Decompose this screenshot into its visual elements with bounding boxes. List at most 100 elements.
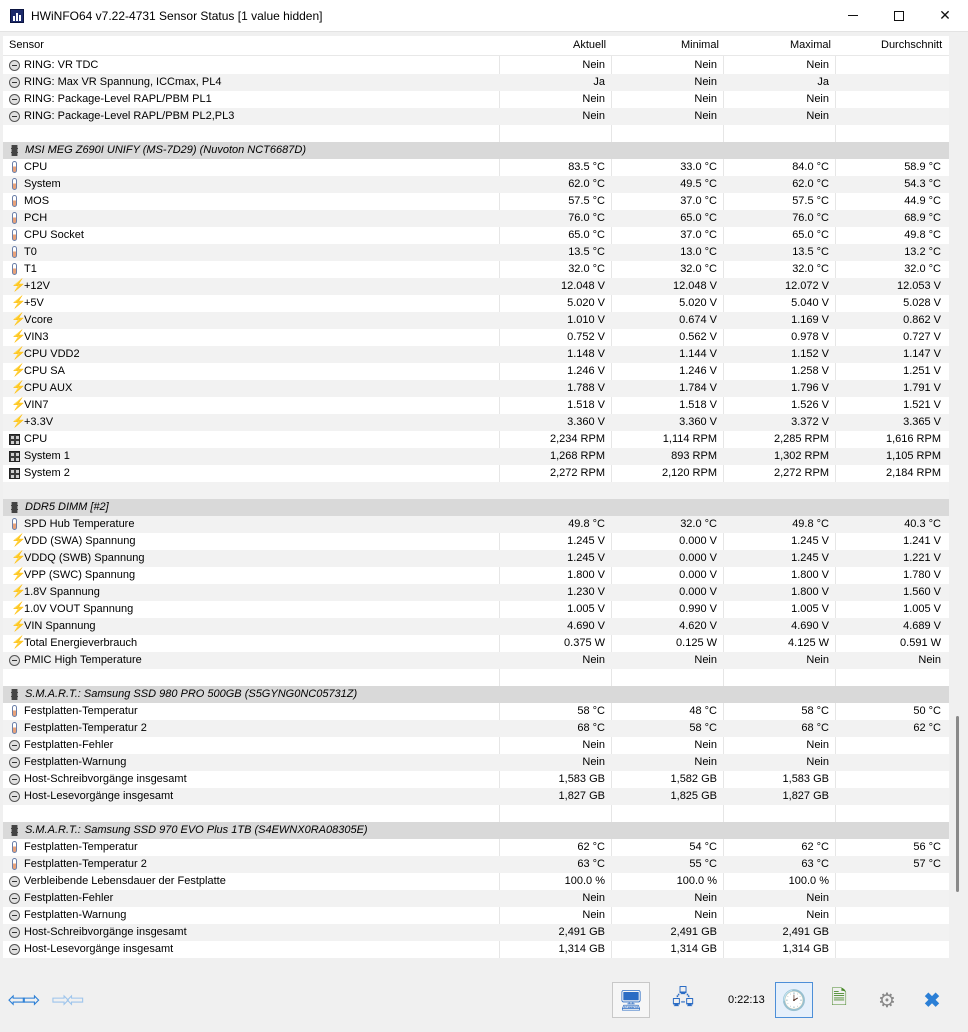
sensor-row[interactable]: System 1 1,268 RPM 893 RPM 1,302 RPM 1,105 R… [3,448,949,465]
sensor-row[interactable]: Festplatten-Fehler Nein Nein Nein [3,890,949,907]
sensor-row[interactable]: Host-Schreibvorgänge insgesamt 2,491 GB 2,… [3,924,949,941]
value-current: 57.5 °C [568,195,605,207]
value-max: 1.152 V [791,348,829,360]
sensor-row[interactable]: Festplatten-Temperatur 2 68 °C 58 °C 68 °C 6… [3,720,949,737]
column-header-sensor[interactable]: Sensor [9,39,44,51]
sensor-row[interactable]: ⚡ +3.3V 3.360 V 3.360 V 3.372 V 3.365 V [3,414,949,431]
logging-button[interactable]: 🗎 [820,982,858,1018]
value-min: 2,491 GB [670,926,717,938]
value-current: 1,268 RPM [549,450,605,462]
sensor-row[interactable]: ⚡ +5V 5.020 V 5.020 V 5.040 V 5.028 V [3,295,949,312]
sensor-row[interactable]: T0 13.5 °C 13.0 °C 13.5 °C 13.2 °C [3,244,949,261]
voltage-bolt-icon: ⚡ [11,329,26,343]
sensor-row[interactable]: RING: Package-Level RAPL/PBM PL1 Nein Nein… [3,91,949,108]
sensor-row[interactable]: ⚡ CPU AUX 1.788 V 1.784 V 1.796 V 1.791 V [3,380,949,397]
sensor-row[interactable]: Festplatten-Warnung Nein Nein Nein [3,907,949,924]
sensor-name: Festplatten-Temperatur [24,705,138,717]
value-max: 1.245 V [791,552,829,564]
sensor-row[interactable]: Verbleibende Lebensdauer der Festplatte 1… [3,873,949,890]
value-current: 1.010 V [567,314,605,326]
value-current: Nein [582,59,605,71]
value-avg: 1.521 V [903,399,941,411]
sensor-table[interactable]: Sensor Aktuell Minimal Maximal Durchschn… [3,36,949,958]
sensor-group-header[interactable]: S.M.A.R.T.: Samsung SSD 970 EVO Plus 1TB… [3,822,949,839]
sensor-row[interactable]: ⚡ 1.8V Spannung 1.230 V 0.000 V 1.800 V 1.560… [3,584,949,601]
sensor-row[interactable]: System 62.0 °C 49.5 °C 62.0 °C 54.3 °C [3,176,949,193]
value-min: 1.144 V [679,348,717,360]
sensor-row[interactable]: ⚡ CPU SA 1.246 V 1.246 V 1.258 V 1.251 V [3,363,949,380]
column-header-avg[interactable]: Durchschnitt [881,39,942,51]
sensor-row[interactable]: ⚡ VIN7 1.518 V 1.518 V 1.526 V 1.521 V [3,397,949,414]
sensor-row[interactable]: CPU 2,234 RPM 1,114 RPM 2,285 RPM 1,616 RPM [3,431,949,448]
clock-reset-button[interactable]: 🕑 [775,982,813,1018]
sensor-row[interactable]: Festplatten-Warnung Nein Nein Nein [3,754,949,771]
sensor-row[interactable]: ⚡ Total Energieverbrauch 0.375 W 0.125 W 4.1… [3,635,949,652]
value-max: Nein [806,909,829,921]
sensor-row[interactable]: Festplatten-Temperatur 2 63 °C 55 °C 63 °C 5… [3,856,949,873]
sensor-row[interactable]: ⚡ 1.0V VOUT Spannung 1.005 V 0.990 V 1.005 V… [3,601,949,618]
thermometer-icon [12,263,17,275]
column-header-min[interactable]: Minimal [681,39,719,51]
value-min: 37.0 °C [680,195,717,207]
sensor-row[interactable]: ⚡ VPP (SWC) Spannung 1.800 V 0.000 V 1.800 V… [3,567,949,584]
sensor-row[interactable]: CPU 83.5 °C 33.0 °C 84.0 °C 58.9 °C [3,159,949,176]
chip-icon [11,145,18,156]
sensor-row[interactable]: RING: Max VR Spannung, ICCmax, PL4 Ja Nein… [3,74,949,91]
sensor-name: Total Energieverbrauch [24,637,138,649]
sensor-row[interactable]: System 2 2,272 RPM 2,120 RPM 2,272 RPM 2,184… [3,465,949,482]
sensor-name: Host-Schreibvorgänge insgesamt [24,926,187,938]
sensor-row[interactable]: MOS 57.5 °C 37.0 °C 57.5 °C 44.9 °C [3,193,949,210]
sensor-row[interactable]: Festplatten-Temperatur 58 °C 48 °C 58 °C 50 … [3,703,949,720]
sensor-row[interactable]: ⚡ Vcore 1.010 V 0.674 V 1.169 V 0.862 V [3,312,949,329]
value-min: 0.562 V [679,331,717,343]
sensor-row[interactable]: Host-Lesevorgänge insgesamt 1,827 GB 1,825… [3,788,949,805]
scrollbar-thumb[interactable] [956,716,959,892]
nav-collapse-button[interactable]: ⇨⇦ [47,982,85,1018]
value-min: 1.246 V [679,365,717,377]
sensor-row[interactable]: ⚡ VDD (SWA) Spannung 1.245 V 0.000 V 1.245 V… [3,533,949,550]
value-current: 1.246 V [567,365,605,377]
value-max: 12.072 V [784,280,829,292]
sensor-group-header[interactable]: S.M.A.R.T.: Samsung SSD 980 PRO 500GB (S… [3,686,949,703]
sensor-row[interactable]: Host-Schreibvorgänge insgesamt 1,583 GB 1,… [3,771,949,788]
sensor-row[interactable]: ⚡ VIN3 0.752 V 0.562 V 0.978 V 0.727 V [3,329,949,346]
sensor-row[interactable]: PMIC High Temperature Nein Nein Nein Nein [3,652,949,669]
sensor-name: RING: VR TDC [24,59,99,71]
sensor-row[interactable]: ⚡ +12V 12.048 V 12.048 V 12.072 V 12.053 V [3,278,949,295]
sensor-row[interactable]: ⚡ VDDQ (SWB) Spannung 1.245 V 0.000 V 1.245 … [3,550,949,567]
value-current: 62.0 °C [568,178,605,190]
sensor-row[interactable]: RING: VR TDC Nein Nein Nein [3,57,949,74]
reporting-button[interactable]: 🖥 [612,982,650,1018]
column-header-current[interactable]: Aktuell [573,39,606,51]
value-min: 1,825 GB [670,790,717,802]
value-max: Nein [806,93,829,105]
sensor-group-header[interactable]: MSI MEG Z690I UNIFY (MS-7D29) (Nuvoton N… [3,142,949,159]
column-header-max[interactable]: Maximal [790,39,831,51]
maximize-button[interactable] [876,0,922,31]
sensor-row[interactable]: Host-Lesevorgänge insgesamt 1,314 GB 1,314… [3,941,949,958]
vertical-scrollbar[interactable] [951,36,965,958]
value-avg: 56 °C [913,841,941,853]
minimize-button[interactable] [830,0,876,31]
sensor-name: CPU [24,161,48,173]
value-max: 65.0 °C [792,229,829,241]
sensor-row[interactable]: PCH 76.0 °C 65.0 °C 76.0 °C 68.9 °C [3,210,949,227]
value-current: Nein [582,654,605,666]
sensor-name: VPP (SWC) Spannung [24,569,136,581]
sensor-row[interactable]: RING: Package-Level RAPL/PBM PL2,PL3 Nein… [3,108,949,125]
exit-button[interactable]: ✖ [913,982,951,1018]
nav-back-forward-button[interactable]: ⇦⇨ [3,982,41,1018]
settings-button[interactable]: ⚙ [868,982,906,1018]
sensor-row[interactable]: SPD Hub Temperature 49.8 °C 32.0 °C 49.8 °C… [3,516,949,533]
sensor-row[interactable]: ⚡ CPU VDD2 1.148 V 1.144 V 1.152 V 1.147 V [3,346,949,363]
sensor-row[interactable]: T1 32.0 °C 32.0 °C 32.0 °C 32.0 °C [3,261,949,278]
sensor-row[interactable]: CPU Socket 65.0 °C 37.0 °C 65.0 °C 49.8 °C [3,227,949,244]
sensor-row[interactable]: Festplatten-Temperatur 62 °C 54 °C 62 °C 56 … [3,839,949,856]
sensor-row[interactable]: Festplatten-Fehler Nein Nein Nein [3,737,949,754]
sensor-group-header[interactable]: DDR5 DIMM [#2] [3,499,949,516]
close-button[interactable]: ✕ [922,0,968,31]
network-button[interactable]: 🖧 [664,982,702,1018]
sensor-row[interactable]: ⚡ VIN Spannung 4.690 V 4.620 V 4.690 V 4.689 … [3,618,949,635]
table-header: Sensor Aktuell Minimal Maximal Durchschn… [3,36,949,56]
value-current: Nein [582,93,605,105]
